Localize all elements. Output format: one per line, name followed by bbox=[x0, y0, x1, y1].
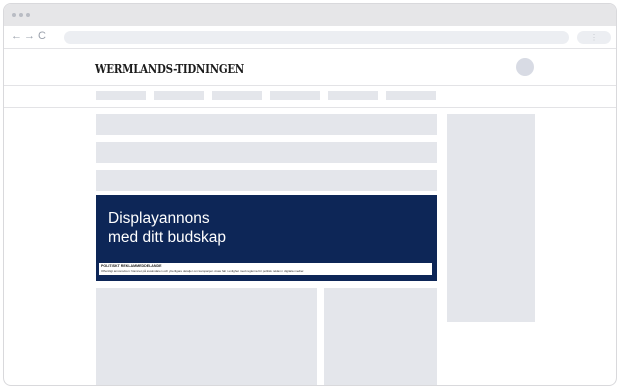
section-nav bbox=[4, 86, 616, 108]
disclosure-text: Offentligt annonsören: Namnet på avsända… bbox=[101, 268, 305, 273]
display-ad[interactable]: Displayannons med ditt budskap POLITISKT… bbox=[96, 195, 437, 281]
site-logo[interactable]: WERMLANDS-TIDNINGEN bbox=[95, 61, 244, 76]
window-dot-close[interactable] bbox=[12, 13, 16, 17]
window-dot-minimize[interactable] bbox=[19, 13, 23, 17]
content-placeholder-row bbox=[96, 170, 437, 191]
political-ad-disclosure: POLITISKT REKLAMMEDDELANDE Offentligt an… bbox=[99, 263, 432, 275]
reload-icon[interactable]: C bbox=[38, 29, 46, 43]
browser-menu-button[interactable]: ⋮ bbox=[577, 31, 611, 44]
site-header: WERMLANDS-TIDNINGEN bbox=[4, 49, 616, 86]
nav-item[interactable] bbox=[386, 91, 436, 100]
nav-item[interactable] bbox=[154, 91, 204, 100]
back-arrow-icon[interactable]: ← bbox=[11, 29, 22, 43]
nav-item[interactable] bbox=[96, 91, 146, 100]
window-dot-maximize[interactable] bbox=[26, 13, 30, 17]
sidebar-placeholder bbox=[447, 114, 535, 322]
url-input[interactable] bbox=[64, 31, 569, 44]
more-vertical-icon: ⋮ bbox=[590, 33, 598, 42]
forward-arrow-icon[interactable]: → bbox=[24, 29, 35, 43]
ad-headline: Displayannons med ditt budskap bbox=[108, 209, 226, 247]
ad-headline-line2: med ditt budskap bbox=[108, 229, 227, 246]
content-placeholder-row bbox=[96, 114, 437, 135]
nav-item[interactable] bbox=[270, 91, 320, 100]
browser-window: ← → C ⋮ WERMLANDS-TIDNINGEN Displayannon… bbox=[3, 3, 617, 386]
nav-item[interactable] bbox=[212, 91, 262, 100]
content-placeholder-row bbox=[96, 142, 437, 163]
article-placeholder-large bbox=[96, 288, 317, 385]
address-bar-row: ← → C ⋮ bbox=[4, 26, 616, 49]
window-titlebar bbox=[4, 4, 616, 26]
nav-item[interactable] bbox=[328, 91, 378, 100]
avatar[interactable] bbox=[516, 58, 534, 76]
article-placeholder-small bbox=[324, 288, 437, 385]
ad-headline-line1: Displayannons bbox=[108, 210, 210, 227]
